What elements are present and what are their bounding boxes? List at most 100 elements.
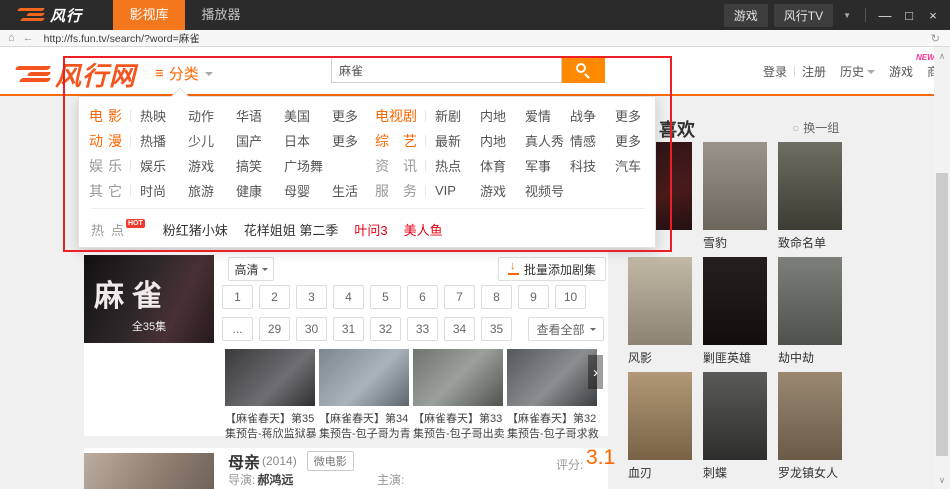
home-icon[interactable]: ⌂ xyxy=(8,33,15,44)
episode-button[interactable]: 1 xyxy=(222,285,253,309)
maximize-button[interactable]: □ xyxy=(900,8,918,23)
scrollbar-thumb[interactable] xyxy=(936,173,948,456)
category-link[interactable]: 广场舞 xyxy=(284,156,332,175)
category-link[interactable]: 搞笑 xyxy=(236,156,284,175)
refresh-recommend-button[interactable]: ○ 换一组 xyxy=(792,119,839,136)
category-link[interactable]: 美国 xyxy=(284,106,332,125)
preview-item[interactable]: 【麻雀春天】第34集预告-包子哥为青梅报 xyxy=(319,349,413,442)
category-link[interactable]: 健康 xyxy=(236,181,284,200)
episode-button[interactable]: 6 xyxy=(407,285,438,309)
minimize-button[interactable]: — xyxy=(876,8,894,23)
tab-player[interactable]: 播放器 xyxy=(185,0,257,30)
site-logo[interactable]: 风行网 xyxy=(16,56,136,93)
category-link[interactable]: 爱情 xyxy=(525,106,570,125)
episode-button[interactable]: 7 xyxy=(444,285,475,309)
movie-poster[interactable] xyxy=(628,257,692,345)
category-link[interactable]: 体育 xyxy=(480,156,525,175)
category-menu-button[interactable]: ≡ 分类 xyxy=(155,63,213,84)
episode-button[interactable]: 30 xyxy=(296,317,327,341)
login-link[interactable]: 登录 xyxy=(763,63,787,80)
category-label[interactable]: 娱乐 xyxy=(89,156,122,176)
search-input[interactable] xyxy=(331,57,562,83)
episode-button[interactable]: ... xyxy=(222,317,253,341)
carousel-next-button[interactable]: › xyxy=(588,355,603,389)
category-link[interactable]: 母婴 xyxy=(284,181,332,200)
poster-caption[interactable]: 刺蝶 xyxy=(703,464,767,479)
category-link[interactable]: 热点 xyxy=(435,156,480,175)
search-button[interactable] xyxy=(562,57,605,83)
category-link[interactable]: 军事 xyxy=(525,156,570,175)
mother-title[interactable]: 母亲 xyxy=(228,449,260,473)
category-link[interactable]: 更多 xyxy=(332,131,380,150)
preview-item[interactable]: 【麻雀春天】第32集预告-包子哥求救炸弹 xyxy=(507,349,601,442)
category-link[interactable]: 更多 xyxy=(615,106,660,125)
movie-poster[interactable] xyxy=(628,372,692,460)
movie-poster[interactable] xyxy=(703,372,767,460)
preview-caption[interactable]: 【麻雀春天】第33集预告-包子哥出卖情报 xyxy=(413,412,505,442)
poster-caption[interactable]: 劫中劫 xyxy=(778,349,842,364)
game-button[interactable]: 游戏 xyxy=(724,4,768,27)
category-link[interactable]: 战争 xyxy=(570,106,615,125)
preview-caption[interactable]: 【麻雀春天】第32集预告-包子哥求救炸弹 xyxy=(507,412,599,442)
category-link[interactable]: 内地 xyxy=(480,131,525,150)
hot-keyword-link[interactable]: 美人鱼 xyxy=(404,220,443,239)
category-link[interactable]: 最新 xyxy=(435,131,480,150)
category-link[interactable]: 华语 xyxy=(236,106,284,125)
hot-keyword-link[interactable]: 粉红猪小妹 xyxy=(163,220,228,239)
refresh-icon[interactable]: ↻ xyxy=(931,32,940,45)
register-link[interactable]: 注册 xyxy=(802,63,826,80)
episode-button[interactable]: 35 xyxy=(481,317,512,341)
category-link[interactable]: 热播 xyxy=(140,131,188,150)
preview-caption[interactable]: 【麻雀春天】第35集预告-蒋欣监狱暴走枪 xyxy=(225,412,317,442)
hot-keyword-link[interactable]: 花样姐姐 第二季 xyxy=(244,220,339,239)
movie-poster[interactable] xyxy=(778,372,842,460)
scroll-down-icon[interactable]: ∨ xyxy=(934,473,950,487)
category-link[interactable]: 少儿 xyxy=(188,131,236,150)
hot-keyword-link[interactable]: 叶问3 xyxy=(354,220,387,239)
category-link[interactable]: VIP xyxy=(435,183,480,198)
category-label[interactable]: 电影 xyxy=(89,106,122,126)
sparrow-poster[interactable]: 麻雀 全35集 xyxy=(84,255,214,343)
category-link[interactable]: 游戏 xyxy=(188,156,236,175)
category-link[interactable]: 视频号 xyxy=(525,181,570,200)
preview-thumbnail[interactable] xyxy=(507,349,597,406)
category-link[interactable]: 真人秀 xyxy=(525,131,570,150)
recommend-item[interactable]: 剿匪英雄 xyxy=(703,257,767,364)
episode-button[interactable]: 5 xyxy=(370,285,401,309)
category-link[interactable]: 生活 xyxy=(332,181,380,200)
main-menu-icon[interactable]: ▼ xyxy=(839,11,855,20)
poster-caption[interactable]: 罗龙镇女人 xyxy=(778,464,842,479)
history-link[interactable]: 历史 xyxy=(840,63,864,80)
recommend-item[interactable]: 罗龙镇女人 xyxy=(778,372,842,479)
preview-item[interactable]: 【麻雀春天】第33集预告-包子哥出卖情报 xyxy=(413,349,507,442)
category-link[interactable]: 娱乐 xyxy=(140,156,188,175)
movie-poster[interactable] xyxy=(703,257,767,345)
batch-add-button[interactable]: 批量添加剧集 xyxy=(498,257,606,281)
preview-thumbnail[interactable] xyxy=(225,349,315,406)
category-link[interactable]: 更多 xyxy=(615,131,660,150)
view-all-button[interactable]: 查看全部 xyxy=(528,317,604,341)
category-link[interactable]: 更多 xyxy=(332,106,380,125)
episode-button[interactable]: 9 xyxy=(518,285,549,309)
category-link[interactable]: 新剧 xyxy=(435,106,480,125)
preview-thumbnail[interactable] xyxy=(413,349,503,406)
category-link[interactable]: 热映 xyxy=(140,106,188,125)
category-label[interactable]: 动漫 xyxy=(89,131,122,151)
category-link[interactable]: 汽车 xyxy=(615,156,660,175)
poster-caption[interactable]: 风影 xyxy=(628,349,692,364)
poster-caption[interactable]: 剿匪英雄 xyxy=(703,349,767,364)
episode-button[interactable]: 32 xyxy=(370,317,401,341)
movie-poster[interactable] xyxy=(703,142,767,230)
category-link[interactable]: 国产 xyxy=(236,131,284,150)
category-label[interactable]: 综艺 xyxy=(375,131,417,151)
recommend-item[interactable]: 刺蝶 xyxy=(703,372,767,479)
episode-button[interactable]: 34 xyxy=(444,317,475,341)
recommend-item[interactable]: 雪豹 xyxy=(703,142,767,249)
poster-caption[interactable]: 血刃 xyxy=(628,464,692,479)
episode-button[interactable]: 29 xyxy=(259,317,290,341)
category-link[interactable]: 科技 xyxy=(570,156,615,175)
preview-thumbnail[interactable] xyxy=(319,349,409,406)
quality-dropdown[interactable]: 高清 xyxy=(228,257,274,281)
episode-button[interactable]: 8 xyxy=(481,285,512,309)
category-link[interactable]: 内地 xyxy=(480,106,525,125)
